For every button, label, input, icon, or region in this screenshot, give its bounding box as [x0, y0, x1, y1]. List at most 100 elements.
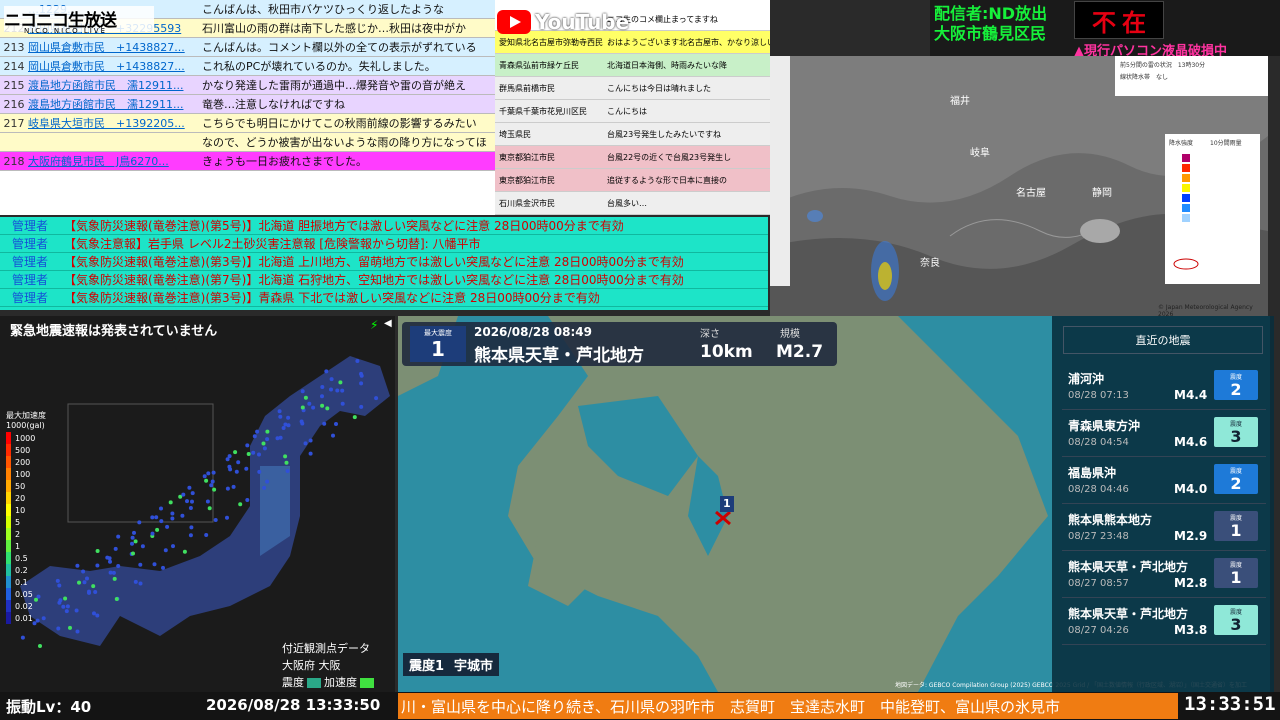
comment-user[interactable]: 大阪府鶴見市民 J鳥6270...	[28, 153, 198, 169]
comment-user[interactable]: 渡島地方函館市民 濡12911...	[28, 96, 198, 112]
radar-city-1: 福井	[950, 96, 970, 107]
seismic-station-dot	[170, 511, 175, 516]
legend-row: 500	[6, 444, 46, 456]
recent-eq-item[interactable]: 青森県東方沖 08/28 04:54 M4.6 震度 3	[1062, 413, 1266, 457]
comment-row: 213 岡山県倉敷市民 +1438827... こんばんは。コメント欄以外の全ての表…	[0, 38, 495, 57]
recent-eq-name: 熊本県天草・芦北地方	[1068, 607, 1189, 621]
seismic-station-dot	[275, 436, 280, 441]
absence-indicator: 不 在	[1074, 1, 1164, 39]
legend-swatch	[6, 444, 11, 456]
recent-eq-item[interactable]: 浦河沖 08/28 07:13 M4.4 震度 2	[1062, 366, 1266, 410]
seismic-station-dot	[374, 396, 379, 401]
yt-comment-user: 千葉県千葉市花見川区民	[499, 106, 587, 116]
rain-radar-map[interactable]: 福井 岐阜 名古屋 静岡 奈良 前5分間の雷の状況 13時30分 線状降水帯 な…	[770, 56, 1268, 316]
legend-swatch	[6, 552, 11, 564]
legend-value: 1	[15, 541, 21, 551]
recent-eq-title[interactable]: 直近の地震	[1063, 326, 1263, 354]
alert-author: 管理者	[12, 255, 49, 269]
recent-eq-item[interactable]: 熊本県熊本地方 08/27 23:48 M2.9 震度 1	[1062, 507, 1266, 551]
seismic-station-dot	[244, 466, 249, 471]
seismic-station-dot	[130, 541, 134, 546]
seismic-station-dot	[190, 499, 194, 504]
seismic-station-dot	[331, 433, 335, 438]
comment-text: なので、どうか被害が出ないような雨の降り方になってほ	[202, 136, 487, 149]
radar-city-5: 奈良	[920, 258, 940, 269]
comment-user[interactable]: 岡山県倉敷市民 +1438827...	[28, 58, 198, 74]
radar-credit: © Japan Meteorological Agency 2026	[1158, 304, 1253, 316]
seismic-station-dot	[281, 426, 286, 430]
alert-author: 管理者	[12, 219, 49, 233]
comment-user[interactable]: 岡山県倉敷市民 +1438827...	[28, 39, 198, 55]
recent-eq-time: 08/27 08:57	[1068, 578, 1129, 589]
seismic-station-dot	[283, 422, 288, 427]
seismic-station-dot	[75, 629, 80, 634]
seismic-station-dot	[204, 478, 209, 483]
legend-unit: 1000(gal)	[6, 421, 45, 430]
nearby-acc-swatch	[360, 677, 374, 688]
legend-row: 0.1	[6, 576, 46, 588]
legend-row: 1	[6, 540, 46, 552]
seismic-station-dot	[95, 563, 100, 568]
seismic-station-dot	[265, 437, 270, 442]
legend-row: 20	[6, 492, 46, 504]
yt-comment-user: 石川県金沢市民	[499, 198, 555, 208]
seismic-station-dot	[95, 613, 100, 618]
recent-eq-item[interactable]: 熊本県天草・芦北地方 08/27 04:26 M3.8 震度 3	[1062, 601, 1266, 645]
epicenter-label: 1	[723, 497, 731, 510]
seismic-station-dot	[308, 451, 313, 456]
seismic-station-dot	[257, 469, 262, 474]
youtube-logo-text: YouTube	[535, 10, 630, 34]
nearby-acc-label: 加速度	[324, 676, 357, 689]
comment-user[interactable]: 岐阜県大垣市民 +1392205...	[28, 115, 198, 131]
legend-title: 最大加速度	[6, 411, 46, 420]
legend-value: 0.5	[15, 553, 28, 563]
radar-info-1: 前5分間の雷の状況 13時30分	[1120, 62, 1206, 69]
comment-text: かなり発達した雷雨が通過中…爆発音や雷の音が絶え	[202, 79, 466, 92]
legend-row: 2	[6, 528, 46, 540]
seismic-station-dot	[300, 405, 305, 410]
legend-value: 0.02	[15, 601, 33, 611]
legend-value: 1000	[15, 433, 36, 443]
alert-author: 管理者	[12, 291, 49, 305]
collapse-arrow-icon[interactable]: ◀	[384, 318, 392, 329]
seismic-station-dot	[209, 483, 214, 488]
seismic-station-dot	[236, 460, 241, 465]
seismic-station-dot	[213, 518, 218, 522]
seismic-station-dot	[277, 409, 282, 414]
seismic-station-dot	[140, 544, 145, 549]
seismic-japan-map	[0, 316, 395, 692]
seismic-station-dot	[116, 564, 121, 568]
seismic-station-dot	[181, 492, 186, 497]
recent-eq-item[interactable]: 熊本県天草・芦北地方 08/27 08:57 M2.8 震度 1	[1062, 554, 1266, 598]
recent-eq-mag: M4.4	[1174, 388, 1208, 402]
legend-value: 0.1	[15, 577, 28, 587]
legend-swatch	[6, 492, 11, 504]
yt-comment-row: 石川県金沢市民 台風多い…	[495, 192, 770, 215]
recent-eq-intensity: 震度 2	[1214, 370, 1258, 400]
recent-eq-intensity: 震度 1	[1214, 511, 1258, 541]
comment-user[interactable]: 渡島地方函館市民 濡12911...	[28, 77, 198, 93]
alert-row: 管理者 【気象防災速報(竜巻注意)(第3号)】青森県 下北では激しい突風などに注意…	[0, 289, 768, 307]
alert-row: 管理者 【気象防災速報(竜巻注意)(第7号)】北海道 石狩地方、空知地方では激しい…	[0, 271, 768, 289]
legend-swatch	[6, 432, 11, 444]
seismic-station-dot	[205, 499, 210, 504]
alert-author: 管理者	[12, 237, 49, 251]
nearby-title: 付近観測点データ	[282, 642, 370, 655]
legend-value: 0.05	[15, 589, 33, 599]
seismic-station-dot	[180, 513, 185, 518]
radar-legend-title: 降水強度	[1169, 140, 1194, 147]
legend-swatch	[6, 600, 11, 612]
recent-eq-item[interactable]: 福島県沖 08/28 04:46 M4.0 震度 2	[1062, 460, 1266, 504]
yt-comment-user: 青森県弘前市緑ケ丘民	[499, 60, 579, 70]
depth-label: 深さ	[700, 329, 720, 340]
seismic-station-dot	[320, 403, 325, 408]
seismic-station-dot	[91, 584, 96, 589]
legend-value: 200	[15, 457, 31, 467]
seismic-station-dot	[114, 597, 119, 601]
seismic-station-dot	[234, 469, 239, 474]
recent-eq-mag: M4.6	[1174, 435, 1208, 449]
seismic-station-dot	[324, 369, 329, 374]
yt-comment-text: 台風22号の近くで台風23号発生し	[607, 152, 732, 162]
seismic-station-dot	[210, 479, 215, 484]
seismic-station-dot	[325, 406, 330, 411]
